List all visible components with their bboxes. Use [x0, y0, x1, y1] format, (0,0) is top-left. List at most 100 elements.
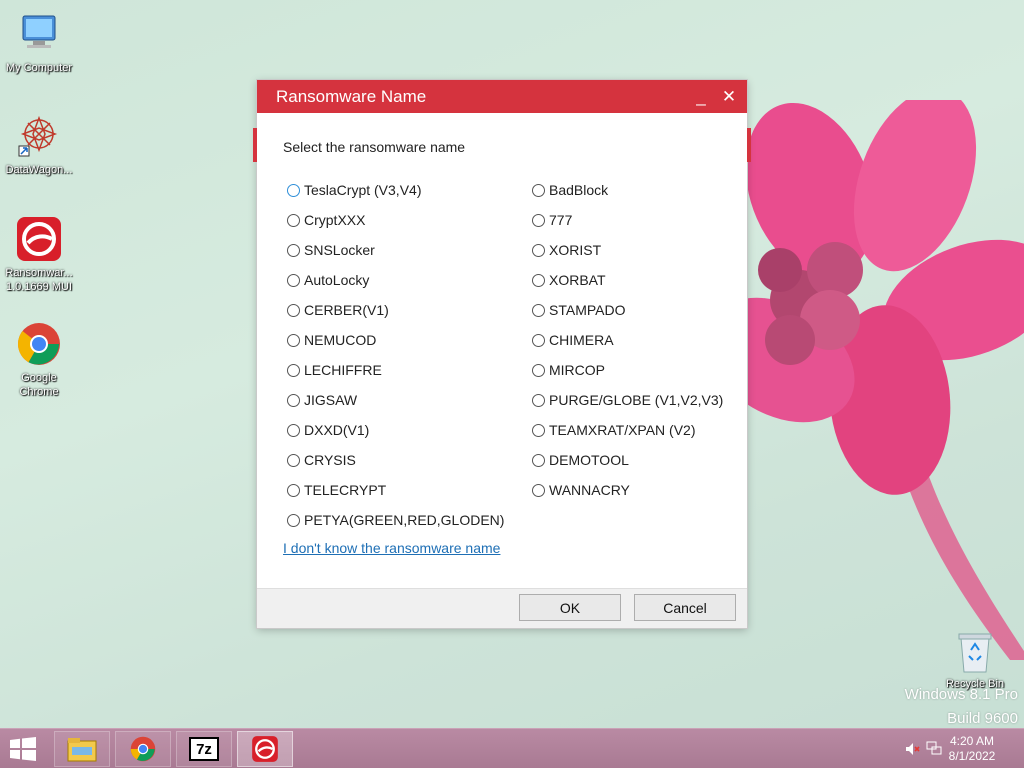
radio-button[interactable] — [287, 303, 300, 317]
taskbar: 7z 4:20 AM 8/1/2022 — [0, 728, 1024, 768]
radio-button[interactable] — [532, 423, 545, 437]
taskbar-file-explorer[interactable] — [54, 731, 110, 767]
option-xorbat[interactable]: XORBAT — [532, 265, 723, 295]
option-label: DEMOTOOL — [549, 452, 629, 468]
option-badblock[interactable]: BadBlock — [532, 175, 723, 205]
radio-button[interactable] — [287, 183, 300, 197]
option-777[interactable]: 777 — [532, 205, 723, 235]
option-petya[interactable]: PETYA(GREEN,RED,GLODEN) — [287, 505, 504, 535]
volume-muted-icon[interactable] — [904, 741, 920, 760]
option-label: TEAMXRAT/XPAN (V2) — [549, 422, 696, 438]
option-mircop[interactable]: MIRCOP — [532, 355, 723, 385]
ok-button[interactable]: OK — [519, 594, 621, 621]
radio-button[interactable] — [287, 423, 300, 437]
clock-date: 8/1/2022 — [948, 749, 996, 763]
desktop-icon-datawagon[interactable]: DataWagon... — [0, 112, 78, 177]
desktop-icon-google-chrome[interactable]: Google Chrome — [0, 320, 78, 399]
taskbar-7zip[interactable]: 7z — [176, 731, 232, 767]
option-nemucod[interactable]: NEMUCOD — [287, 325, 504, 355]
option-label: MIRCOP — [549, 362, 605, 378]
option-label: PURGE/GLOBE (V1,V2,V3) — [549, 392, 724, 408]
taskbar-clock[interactable]: 4:20 AM 8/1/2022 — [942, 734, 1002, 764]
option-dxxd[interactable]: DXXD(V1) — [287, 415, 504, 445]
radio-button[interactable] — [287, 273, 300, 287]
radio-button[interactable] — [532, 273, 545, 287]
unknown-ransomware-link[interactable]: I don't know the ransomware name — [283, 540, 500, 556]
radio-button[interactable] — [287, 243, 300, 257]
recycle-bin-icon — [955, 630, 995, 674]
radio-button[interactable] — [287, 483, 300, 497]
option-stampado[interactable]: STAMPADO — [532, 295, 723, 325]
option-label: NEMUCOD — [304, 332, 377, 348]
close-button[interactable]: ✕ — [715, 80, 743, 113]
minimize-button[interactable]: _ — [687, 80, 715, 113]
option-label: BadBlock — [549, 182, 609, 198]
desktop-icon-label: Ransomwar... — [5, 267, 73, 279]
radio-button[interactable] — [287, 213, 300, 227]
option-jigsaw[interactable]: JIGSAW — [287, 385, 504, 415]
clock-time: 4:20 AM — [949, 734, 995, 748]
options-right-column: BadBlock 777 XORIST XORBAT STAMPADO CHIM… — [532, 175, 723, 505]
radio-button[interactable] — [532, 483, 545, 497]
trend-micro-icon — [252, 736, 278, 762]
option-label: SNSLocker — [304, 242, 375, 258]
option-label: CERBER(V1) — [304, 302, 389, 318]
dialog-footer: OK Cancel — [257, 588, 747, 628]
taskbar-chrome[interactable] — [115, 731, 171, 767]
cancel-button[interactable]: Cancel — [634, 594, 736, 621]
option-label: 777 — [549, 212, 573, 228]
datawagon-icon — [15, 112, 63, 160]
option-crysis[interactable]: CRYSIS — [287, 445, 504, 475]
option-lechiffre[interactable]: LECHIFFRE — [287, 355, 504, 385]
option-label: TELECRYPT — [304, 482, 387, 498]
radio-button[interactable] — [287, 393, 300, 407]
radio-button[interactable] — [287, 363, 300, 377]
radio-button[interactable] — [532, 453, 545, 467]
system-tray: 4:20 AM 8/1/2022 — [884, 729, 1024, 768]
option-autolocky[interactable]: AutoLocky — [287, 265, 504, 295]
option-telecrypt[interactable]: TELECRYPT — [287, 475, 504, 505]
desktop-icon-label: Google — [21, 372, 57, 384]
dialog-titlebar[interactable]: Ransomware Name _ ✕ — [257, 80, 747, 113]
radio-button[interactable] — [532, 393, 545, 407]
desktop-icon-ransomware-tool[interactable]: Ransomwar... 1.0.1669 MUI — [0, 215, 78, 294]
radio-button[interactable] — [532, 183, 545, 197]
radio-button[interactable] — [532, 303, 545, 317]
option-demotool[interactable]: DEMOTOOL — [532, 445, 723, 475]
chrome-icon — [130, 736, 156, 762]
option-teamxrat[interactable]: TEAMXRAT/XPAN (V2) — [532, 415, 723, 445]
radio-button[interactable] — [532, 243, 545, 257]
option-wannacry[interactable]: WANNACRY — [532, 475, 723, 505]
radio-button[interactable] — [532, 333, 545, 347]
left-accent-bar — [253, 128, 257, 162]
windows-build-watermark: Build 9600 — [947, 710, 1018, 727]
option-label: XORBAT — [549, 272, 606, 288]
option-label: AutoLocky — [304, 272, 370, 288]
network-icon[interactable] — [926, 740, 942, 759]
chrome-icon — [15, 320, 63, 368]
option-label: CryptXXX — [304, 212, 366, 228]
option-label: CRYSIS — [304, 452, 356, 468]
option-snslocker[interactable]: SNSLocker — [287, 235, 504, 265]
taskbar-ransomware-tool[interactable] — [237, 731, 293, 767]
radio-button[interactable] — [287, 333, 300, 347]
option-cerber[interactable]: CERBER(V1) — [287, 295, 504, 325]
option-xorist[interactable]: XORIST — [532, 235, 723, 265]
trend-micro-icon — [15, 215, 63, 263]
desktop-icon-recycle-bin[interactable]: Recycle Bin — [936, 630, 1014, 691]
start-button[interactable] — [8, 737, 38, 761]
radio-button[interactable] — [532, 213, 545, 227]
option-cryptxxx[interactable]: CryptXXX — [287, 205, 504, 235]
ransomware-name-dialog: Ransomware Name _ ✕ Select the ransomwar… — [253, 80, 751, 628]
radio-button[interactable] — [287, 513, 300, 527]
radio-button[interactable] — [287, 453, 300, 467]
options-left-column: TeslaCrypt (V3,V4) CryptXXX SNSLocker Au… — [287, 175, 504, 535]
option-chimera[interactable]: CHIMERA — [532, 325, 723, 355]
option-teslacrypt[interactable]: TeslaCrypt (V3,V4) — [287, 175, 504, 205]
wallpaper-flower — [740, 100, 1024, 660]
desktop-icon-my-computer[interactable]: My Computer — [0, 10, 78, 75]
right-accent-bar — [747, 128, 751, 162]
option-purge-globe[interactable]: PURGE/GLOBE (V1,V2,V3) — [532, 385, 723, 415]
radio-button[interactable] — [532, 363, 545, 377]
desktop-icon-label: DataWagon... — [5, 164, 73, 176]
